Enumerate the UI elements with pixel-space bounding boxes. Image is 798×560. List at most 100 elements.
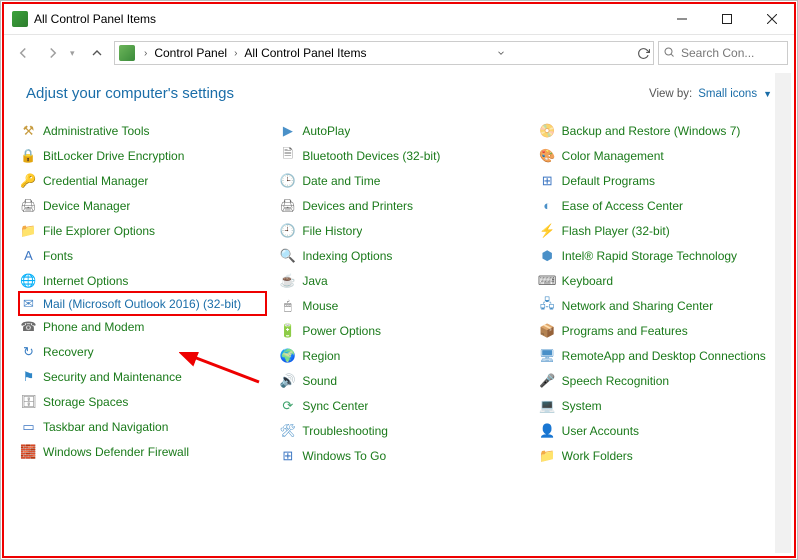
cp-item-label: Taskbar and Navigation [43, 420, 168, 434]
search-icon [663, 46, 677, 61]
cp-item-label: Region [302, 349, 340, 363]
cp-item[interactable]: ⊞Default Programs [539, 168, 784, 193]
breadcrumb-sep-icon[interactable]: › [139, 48, 152, 59]
cp-item-icon: ⚡ [539, 222, 556, 239]
control-panel-items: ⚒ Administrative Tools 🔒BitLocker Drive En… [4, 112, 794, 488]
cp-item[interactable]: 🎨Color Management [539, 143, 784, 168]
cp-item-icon: ⚒ [20, 122, 37, 139]
minimize-button[interactable] [659, 4, 704, 34]
cp-item-icon: ⬢ [539, 247, 556, 264]
cp-item-label: Security and Maintenance [43, 370, 182, 384]
viewby-label: View by: [649, 88, 692, 100]
cp-item[interactable]: 🔍Indexing Options [279, 243, 524, 268]
cp-item-icon: 🖨 [279, 197, 296, 214]
cp-item[interactable]: ⬢ Intel® Rapid Storage Technology [539, 243, 784, 268]
cp-item[interactable]: 📁File Explorer Options [20, 218, 265, 243]
cp-item-icon: ⊞ [539, 172, 556, 189]
window-title: All Control Panel Items [34, 12, 659, 26]
cp-item[interactable]: 🕒Date and Time [279, 168, 524, 193]
cp-item-label: Power Options [302, 324, 381, 338]
cp-item[interactable]: 💻System [539, 393, 784, 418]
cp-item[interactable]: ☎Phone and Modem [20, 314, 265, 339]
address-bar[interactable]: › Control Panel › All Control Panel Item… [114, 41, 654, 65]
cp-item[interactable]: 🖨 Devices and Printers [279, 193, 524, 218]
cp-item-icon: 🎨 [539, 147, 556, 164]
cp-item[interactable]: 🗄Storage Spaces [20, 389, 265, 414]
cp-item-icon: ⊞ [279, 447, 296, 464]
cp-item-label: Administrative Tools [43, 124, 150, 138]
cp-item-label: Intel® Rapid Storage Technology [562, 249, 737, 263]
cp-item-label: Windows Defender Firewall [43, 445, 189, 459]
cp-item-label: Bluetooth Devices (32-bit) [302, 149, 440, 163]
cp-item[interactable]: ▭ Taskbar and Navigation [20, 414, 265, 439]
cp-item[interactable]: ◐Ease of Access Center [539, 193, 784, 218]
cp-item[interactable]: 🎤Speech Recognition [539, 368, 784, 393]
control-panel-icon [119, 45, 135, 61]
cp-item-icon: ▭ [20, 418, 37, 435]
cp-item[interactable]: 🔋Power Options [279, 318, 524, 343]
cp-item-label: Device Manager [43, 199, 130, 213]
maximize-button[interactable] [704, 4, 749, 34]
cp-item[interactable]: 🗎Bluetooth Devices (32-bit) [279, 143, 524, 168]
cp-item-label: Windows To Go [302, 449, 386, 463]
breadcrumb-sep-icon[interactable]: › [229, 48, 242, 59]
cp-item-label: Speech Recognition [562, 374, 669, 388]
cp-item-label: Java [302, 274, 327, 288]
cp-item-label: Mail (Microsoft Outlook 2016) (32-bit) [43, 297, 241, 311]
cp-item-label: Devices and Printers [302, 199, 413, 213]
cp-item[interactable]: ✉ Mail (Microsoft Outlook 2016) (32-bit) [18, 291, 267, 316]
cp-item-icon: 🖧 [539, 297, 556, 314]
forward-button[interactable] [40, 40, 66, 66]
cp-item[interactable]: ⟳Sync Center [279, 393, 524, 418]
cp-item[interactable]: 📀Backup and Restore (Windows 7) [539, 118, 784, 143]
refresh-button[interactable] [633, 47, 653, 60]
cp-item-icon: ✉ [20, 295, 37, 312]
cp-item[interactable]: ↻Recovery [20, 339, 265, 364]
back-button[interactable] [10, 40, 36, 66]
recent-locations-button[interactable]: ▾ [70, 48, 80, 59]
control-panel-icon [12, 11, 28, 27]
cp-item-icon: ⌨ [539, 272, 556, 289]
cp-item[interactable]: 🔊Sound [279, 368, 524, 393]
cp-item[interactable]: ⚑Security and Maintenance [20, 364, 265, 389]
cp-item-icon: 🔍 [279, 247, 296, 264]
cp-item[interactable]: 🖨Device Manager [20, 193, 265, 218]
scrollbar[interactable] [775, 73, 791, 553]
cp-item[interactable]: 🌐Internet Options [20, 268, 265, 293]
cp-item[interactable]: 🔒BitLocker Drive Encryption [20, 143, 265, 168]
cp-item-label: Internet Options [43, 274, 128, 288]
cp-item[interactable]: ▶AutoPlay [279, 118, 524, 143]
cp-item[interactable]: ☕ Java [279, 268, 524, 293]
breadcrumb-control-panel[interactable]: Control Panel [152, 46, 229, 60]
cp-item[interactable]: 🖧 Network and Sharing Center [539, 293, 784, 318]
cp-item[interactable]: 🔑Credential Manager [20, 168, 265, 193]
cp-item[interactable]: ⊞ Windows To Go [279, 443, 524, 468]
close-button[interactable] [749, 4, 794, 34]
cp-item-icon: ☕ [279, 272, 296, 289]
search-input[interactable]: Search Con... [658, 41, 788, 65]
cp-item-icon: 🖱 [279, 297, 296, 314]
breadcrumb-all-items[interactable]: All Control Panel Items [242, 46, 368, 60]
cp-item[interactable]: 🧱Windows Defender Firewall [20, 439, 265, 464]
cp-item[interactable]: 🕘File History [279, 218, 524, 243]
cp-item-label: Network and Sharing Center [562, 299, 713, 313]
address-dropdown-icon[interactable] [492, 48, 510, 58]
cp-item[interactable]: 📁Work Folders [539, 443, 784, 468]
cp-item[interactable]: ⌨Keyboard [539, 268, 784, 293]
cp-item[interactable]: 📦Programs and Features [539, 318, 784, 343]
cp-item[interactable]: 🖱Mouse [279, 293, 524, 318]
cp-item-icon: ↻ [20, 343, 37, 360]
cp-item-icon: ◐ [539, 197, 556, 214]
cp-item[interactable]: ⚡Flash Player (32-bit) [539, 218, 784, 243]
cp-item[interactable]: ⚒ Administrative Tools [20, 118, 265, 143]
viewby-control[interactable]: View by: Small icons ▼ [649, 88, 772, 100]
cp-item[interactable]: 🌍 Region [279, 343, 524, 368]
cp-item[interactable]: 🛠Troubleshooting [279, 418, 524, 443]
up-button[interactable] [84, 40, 110, 66]
cp-item[interactable]: 🖥RemoteApp and Desktop Connections [539, 343, 784, 368]
cp-item[interactable]: AFonts [20, 243, 265, 268]
cp-item[interactable]: 👤User Accounts [539, 418, 784, 443]
cp-item-icon: 🌍 [279, 347, 296, 364]
cp-item-label: Fonts [43, 249, 73, 263]
cp-item-icon: 📀 [539, 122, 556, 139]
